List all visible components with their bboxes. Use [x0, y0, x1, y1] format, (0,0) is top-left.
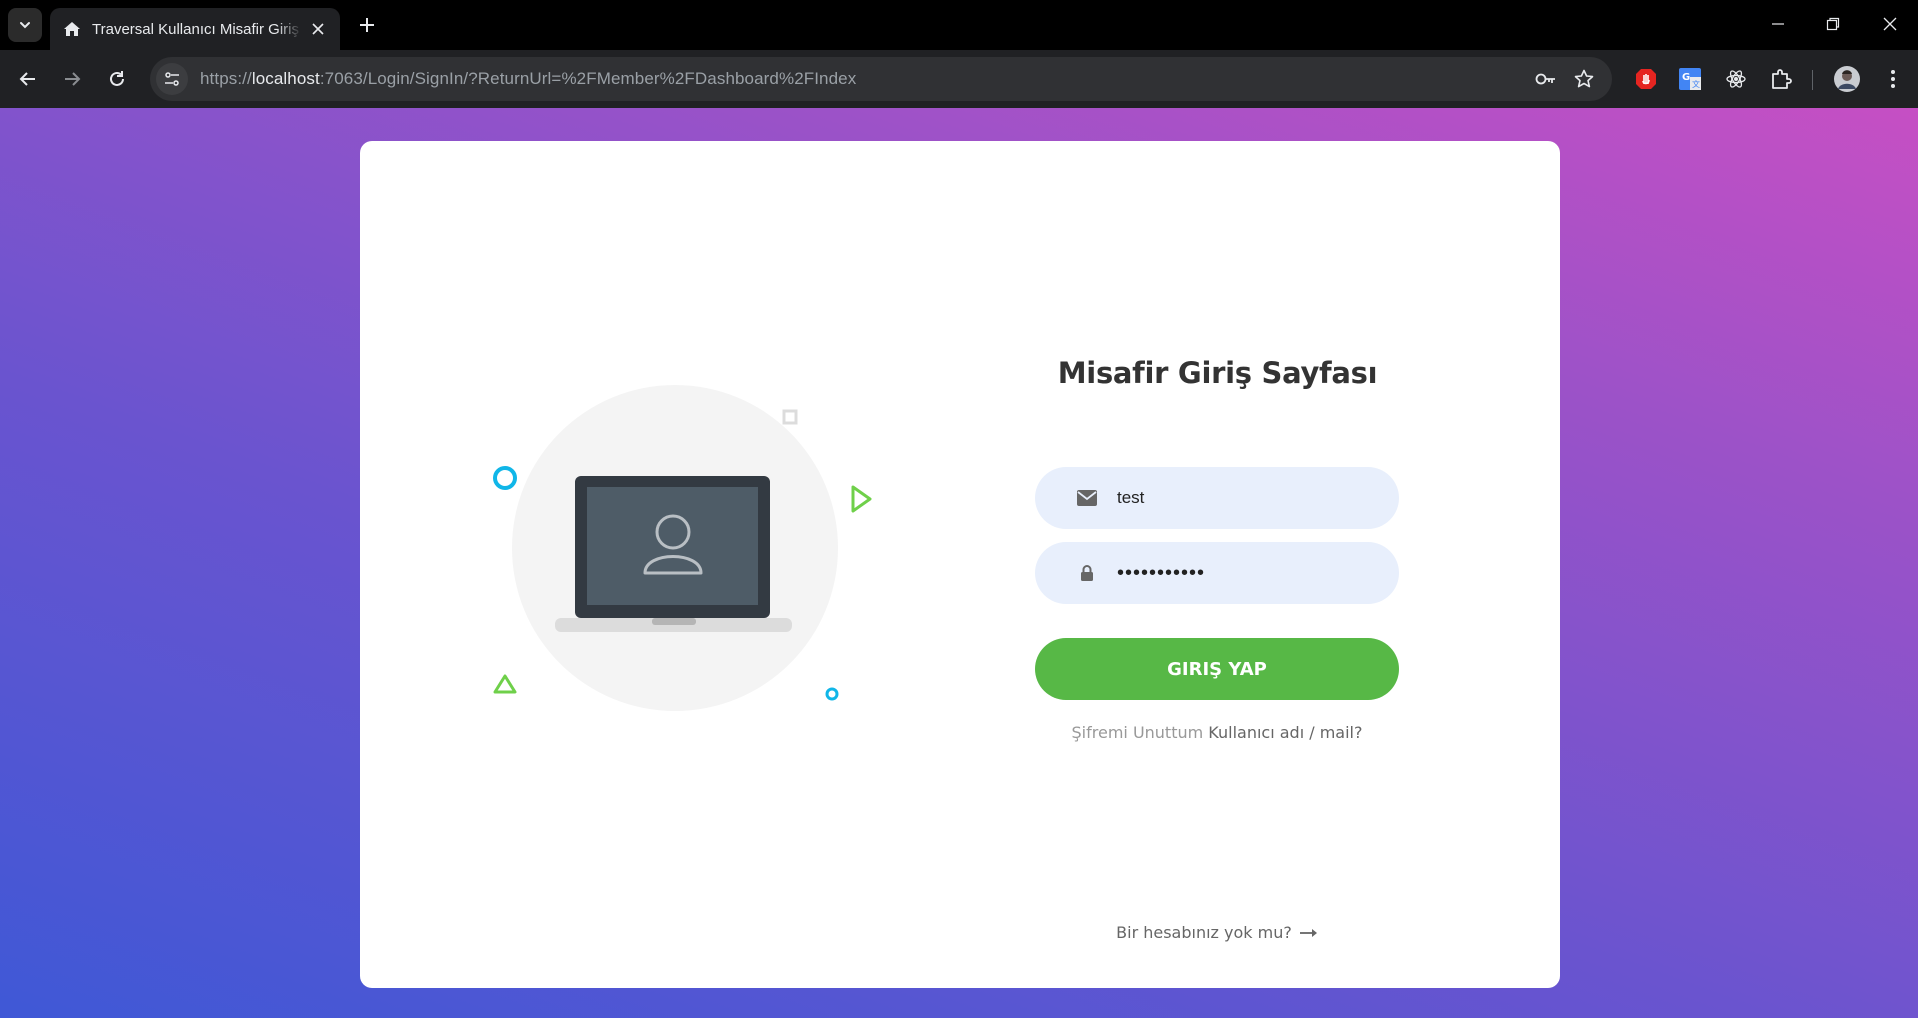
reload-icon [110, 71, 124, 86]
browser-tab[interactable]: Traversal Kullanıcı Misafir Giriş Ekranı [50, 8, 340, 50]
signup-text: Bir hesabınız yok mu? [1116, 923, 1292, 942]
back-button[interactable] [12, 63, 44, 95]
extension-react-devtools-button[interactable] [1720, 63, 1752, 95]
svg-text:G: G [1682, 72, 1690, 83]
react-icon [1726, 70, 1746, 88]
tab-strip: Traversal Kullanıcı Misafir Giriş Ekranı [0, 0, 1918, 50]
site-info-icon [165, 72, 179, 86]
username-input[interactable] [1117, 488, 1377, 508]
url-text[interactable]: https://localhost:7063/Login/SignIn/?Ret… [200, 69, 856, 89]
url-host: localhost [251, 69, 320, 88]
page-title: Misafir Giriş Sayfası [1057, 356, 1378, 390]
address-bar[interactable]: https://localhost:7063/Login/SignIn/?Ret… [150, 57, 1612, 101]
close-icon [1883, 17, 1897, 31]
forgot-username-link[interactable]: Kullanıcı adı / mail? [1208, 723, 1362, 742]
chevron-down-icon [20, 22, 30, 29]
profile-button[interactable] [1831, 63, 1863, 95]
more-icon [1891, 70, 1895, 88]
tab-title: Traversal Kullanıcı Misafir Giriş Ekranı [92, 20, 302, 38]
extension-adblock-button[interactable] [1630, 63, 1662, 95]
translate-icon: G文 [1679, 68, 1701, 90]
login-card: Misafir Giriş Sayfası ••••••••••• GIRIŞ … [360, 141, 1560, 988]
home-icon [62, 19, 82, 39]
close-icon[interactable] [308, 19, 328, 39]
puzzle-icon [1772, 69, 1792, 89]
signup-link[interactable]: Bir hesabınız yok mu? [1035, 923, 1399, 942]
key-icon [1535, 73, 1555, 85]
new-tab-button[interactable] [352, 10, 382, 40]
minimize-button[interactable] [1756, 6, 1800, 42]
extension-red-icon [1636, 69, 1656, 89]
restore-icon [1826, 17, 1840, 31]
toolbar-separator [1812, 70, 1813, 90]
minimize-icon [1772, 23, 1784, 25]
profile-avatar [1834, 66, 1860, 92]
reload-button[interactable] [101, 63, 133, 95]
password-key-button[interactable] [1530, 63, 1562, 95]
password-field[interactable]: ••••••••••• [1035, 542, 1399, 604]
password-input[interactable]: ••••••••••• [1117, 562, 1377, 585]
username-field[interactable] [1035, 467, 1399, 529]
lock-icon [1075, 561, 1099, 585]
browser-menu-button[interactable] [1877, 63, 1909, 95]
arrow-right-icon [1299, 928, 1318, 938]
login-illustration [493, 385, 872, 711]
back-icon [19, 72, 35, 86]
extensions-menu-button[interactable] [1765, 63, 1797, 95]
star-icon [1574, 69, 1594, 88]
plus-icon [360, 18, 374, 32]
extension-translate-button[interactable]: G文 [1674, 63, 1706, 95]
url-scheme: https:// [200, 69, 252, 88]
login-button[interactable]: GIRIŞ YAP [1035, 638, 1399, 700]
browser-toolbar: https://localhost:7063/Login/SignIn/?Ret… [0, 50, 1918, 108]
site-info-button[interactable] [156, 63, 188, 95]
restore-button[interactable] [1811, 6, 1855, 42]
tab-search-button[interactable] [8, 8, 42, 42]
bookmark-button[interactable] [1568, 63, 1600, 95]
svg-text:文: 文 [1692, 79, 1700, 89]
forgot-credentials: Şifremi Unuttum Kullanıcı adı / mail? [1035, 723, 1399, 742]
url-path: :7063/Login/SignIn/?ReturnUrl=%2FMember%… [319, 69, 857, 88]
forward-icon [65, 72, 81, 86]
envelope-icon [1075, 486, 1099, 510]
forward-button[interactable] [56, 63, 88, 95]
page-background: Misafir Giriş Sayfası ••••••••••• GIRIŞ … [0, 108, 1918, 1018]
forgot-password-label: Şifremi Unuttum [1071, 723, 1204, 742]
close-window-button[interactable] [1868, 6, 1912, 42]
